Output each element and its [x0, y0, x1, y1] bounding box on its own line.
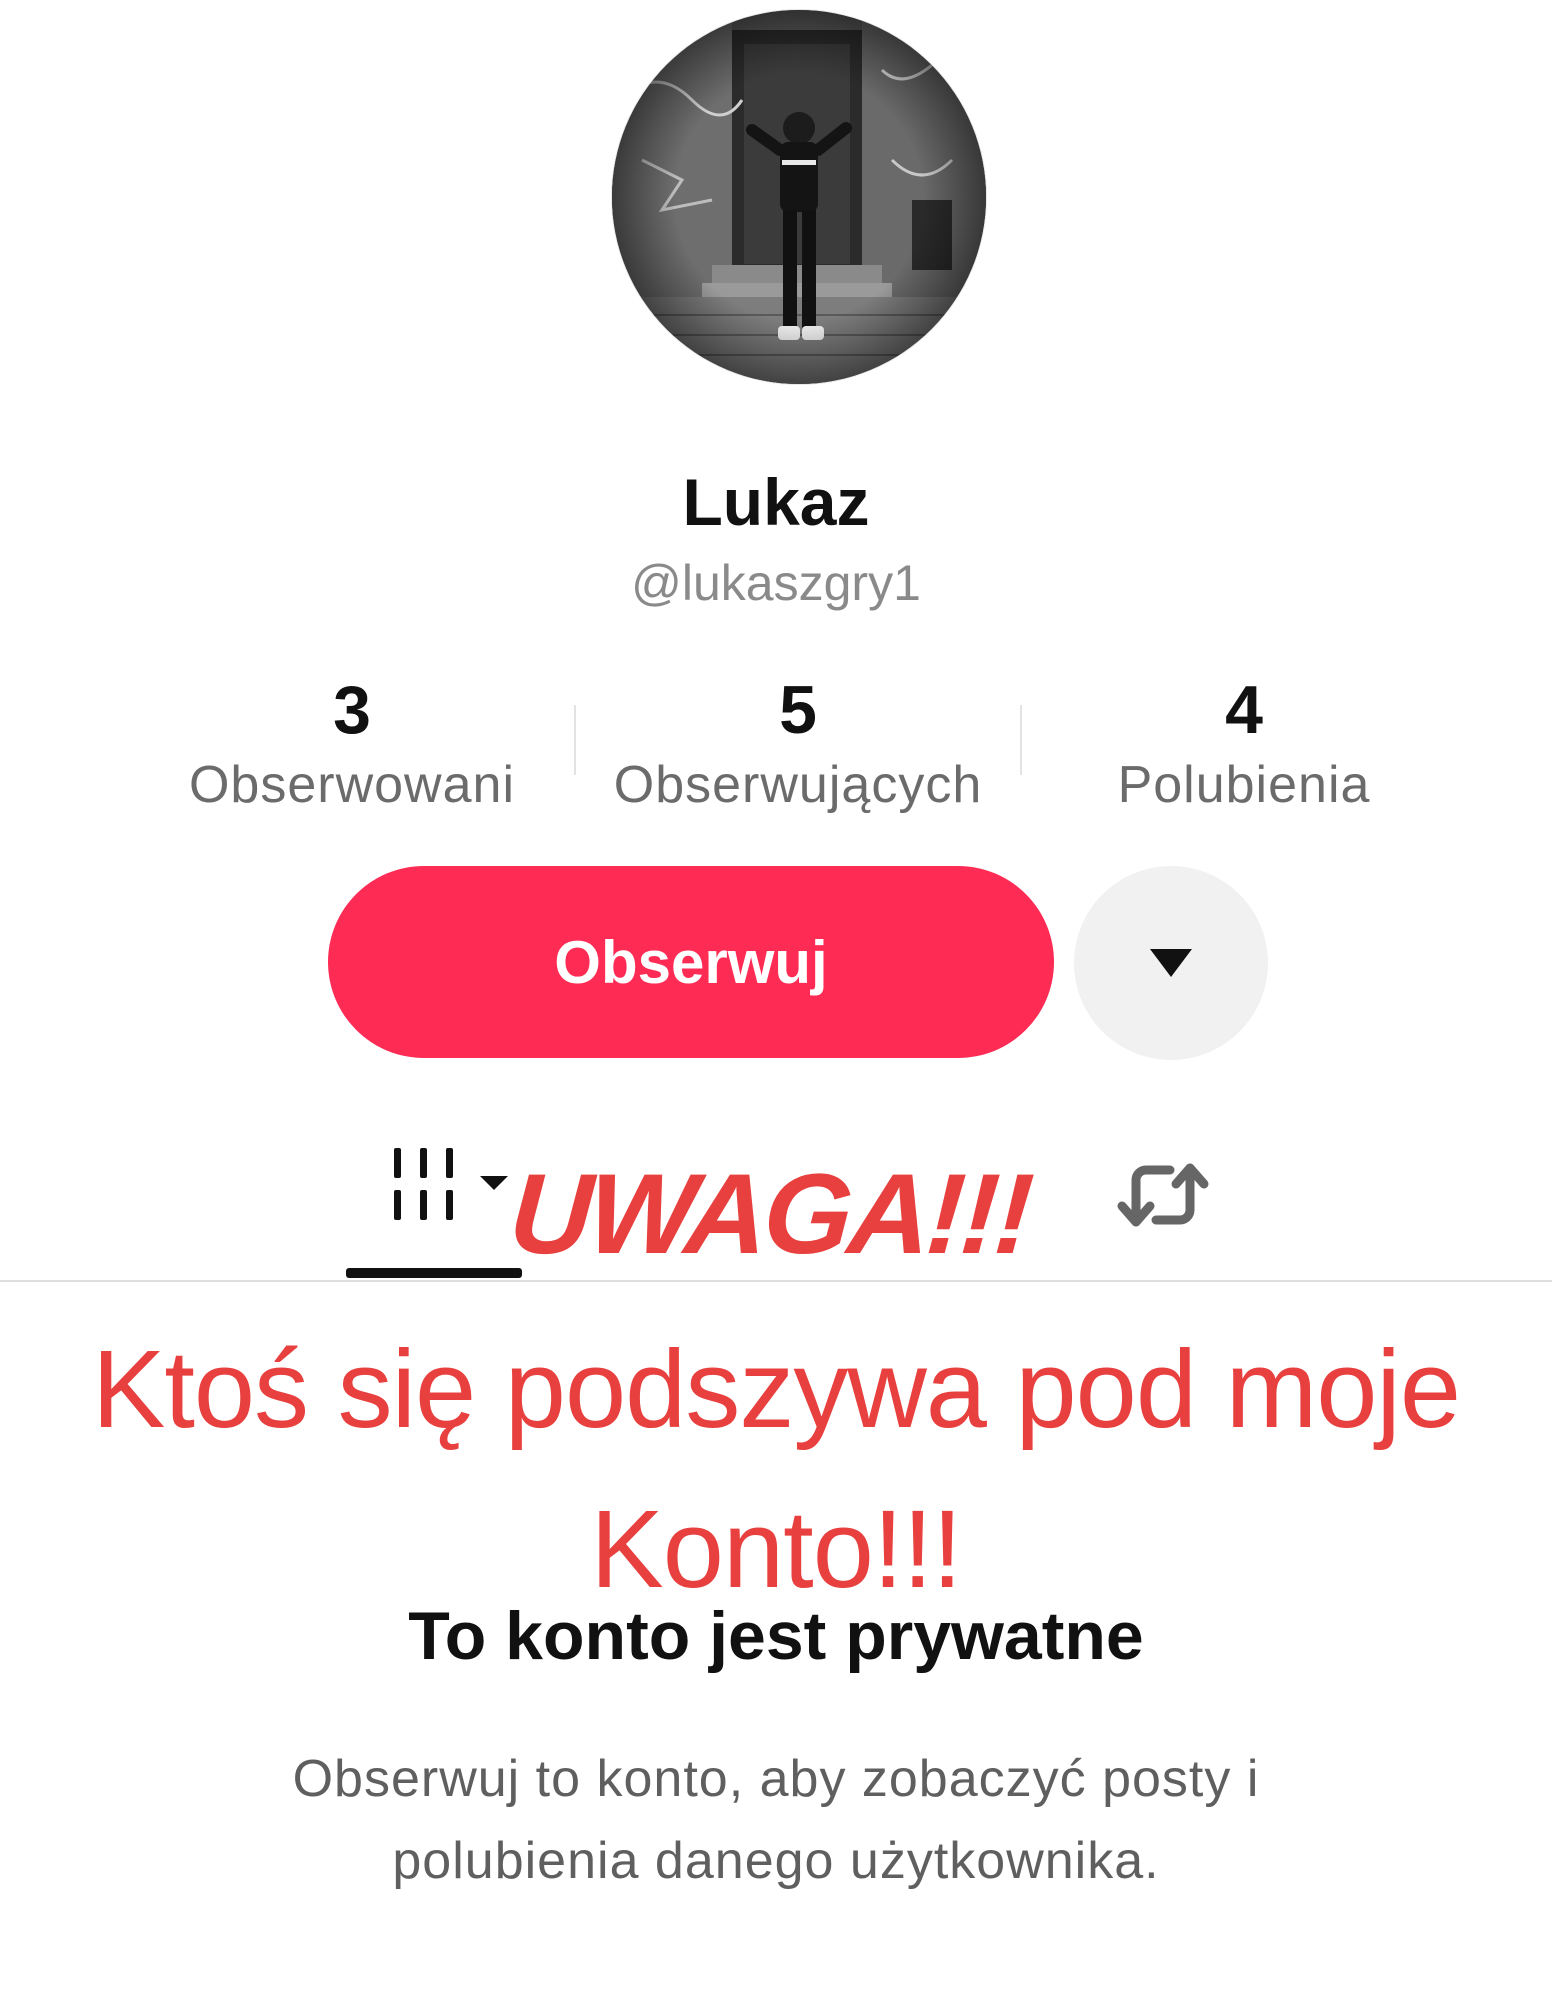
stat-followers-count: 5 — [779, 672, 817, 748]
avatar-photo — [612, 10, 986, 384]
follow-button[interactable]: Obserwuj — [328, 866, 1054, 1058]
username: @lukaszgry1 — [631, 555, 921, 611]
private-account-title: To konto jest prywatne — [408, 1598, 1144, 1674]
stat-following[interactable]: 3 Obserwowani — [132, 668, 572, 818]
caret-down-icon — [1150, 949, 1192, 977]
stat-following-label: Obserwowani — [188, 756, 516, 814]
stat-following-count: 3 — [333, 672, 371, 748]
warning-title: UWAGA!!! — [505, 1151, 1034, 1278]
private-account-description: Obserwuj to konto, aby zobaczyć posty i … — [292, 1750, 1260, 1890]
more-options-button[interactable] — [1074, 866, 1268, 1060]
stat-followers-label: Obserwujących — [613, 756, 983, 814]
stat-likes[interactable]: 4 Polubienia — [1024, 668, 1464, 818]
warning-message: Ktoś się podszywa pod moje Konto!!! — [91, 1328, 1461, 1611]
avatar[interactable] — [612, 10, 986, 384]
grid-videos-icon — [394, 1148, 508, 1220]
tab-divider — [0, 1280, 1552, 1282]
stat-likes-label: Polubienia — [1117, 756, 1371, 814]
stat-likes-count: 4 — [1225, 672, 1263, 748]
stat-followers[interactable]: 5 Obserwujących — [578, 668, 1018, 818]
display-name: Lukaz — [682, 465, 870, 539]
stat-divider — [574, 705, 576, 775]
stat-divider — [1020, 705, 1022, 775]
tab-videos[interactable] — [346, 1138, 522, 1278]
tab-reposts[interactable] — [1108, 1140, 1218, 1250]
active-tab-indicator — [346, 1268, 522, 1278]
repost-icon — [1117, 1163, 1209, 1227]
